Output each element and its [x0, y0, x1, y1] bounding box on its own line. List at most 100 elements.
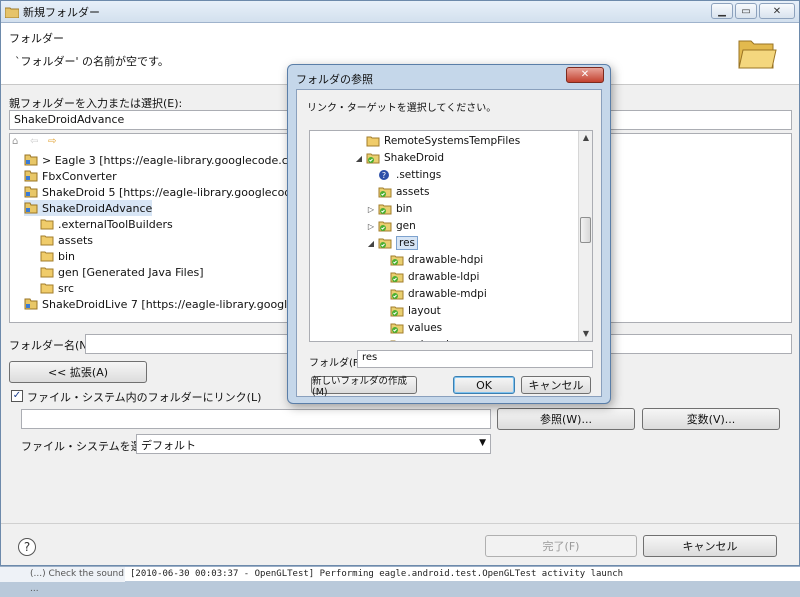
scroll-thumb[interactable] — [580, 217, 591, 243]
dialog-tree-item-label: ShakeDroid — [384, 152, 445, 164]
dialog-tree-item[interactable]: drawable-mdpi — [378, 286, 487, 302]
link-checkbox[interactable]: ✓ — [11, 390, 23, 402]
dialog-tree-item[interactable]: ◢ ShakeDroid — [354, 150, 444, 166]
advanced-button[interactable]: << 拡張(A) — [9, 361, 147, 383]
tree-item[interactable]: src — [40, 280, 74, 296]
open-folder-icon — [738, 40, 777, 69]
expander-icon[interactable]: ◢ — [354, 154, 364, 163]
folder-icon — [40, 235, 54, 246]
dialog-tree-item[interactable]: ? .settings — [366, 167, 441, 183]
tree-item-label: gen [Generated Java Files] — [58, 265, 204, 279]
console-left-text: (...) Check the sound ... — [0, 567, 125, 594]
folder-icon — [366, 136, 380, 147]
svn-folder-icon — [378, 221, 392, 232]
filesystem-select[interactable]: デフォルト ▼ — [136, 434, 491, 454]
forward-arrow-icon[interactable]: ⇨ — [48, 136, 60, 148]
tree-item[interactable]: bin — [40, 248, 75, 264]
svn-folder-icon — [390, 272, 404, 283]
svn-folder-icon — [390, 306, 404, 317]
tree-item[interactable]: .externalToolBuilders — [40, 216, 173, 232]
question-icon: ? — [379, 170, 389, 180]
dialog-tree-item[interactable]: ▷ gen — [366, 218, 416, 234]
folder-icon — [40, 251, 54, 262]
folder-name-label: フォルダー名(N): — [9, 339, 96, 352]
svn-folder-icon — [378, 204, 392, 215]
scroll-down-icon[interactable]: ▼ — [579, 327, 592, 341]
dialog-tree-item-label: values — [408, 322, 443, 334]
expander-icon[interactable]: ◢ — [366, 239, 376, 248]
tree-item-label: .externalToolBuilders — [58, 217, 173, 231]
dialog-close-button[interactable]: ✕ — [566, 67, 604, 83]
project-icon — [24, 154, 38, 166]
dialog-tree-item[interactable]: drawable-ldpi — [378, 269, 479, 285]
link-path-input[interactable] — [21, 409, 491, 429]
title-bar[interactable]: 新規フォルダー ▁ ▭ ✕ — [1, 1, 799, 23]
dialog-tree-item-label: RemoteSystemsTempFiles — [384, 135, 521, 147]
console-line: [2010-06-30 00:03:37 - OpenGLTest] Perfo… — [130, 569, 624, 579]
browse-button[interactable]: 参照(W)... — [497, 408, 635, 430]
maximize-button[interactable]: ▭ — [735, 3, 757, 19]
dialog-body: リンク・ターゲットを選択してください。 RemoteSystemsTempFil… — [296, 89, 602, 398]
svn-folder-icon — [390, 340, 396, 341]
dialog-tree-item[interactable]: RemoteSystemsTempFiles — [354, 133, 520, 149]
project-icon — [24, 186, 38, 198]
svn-folder-icon — [366, 153, 380, 164]
tree-item[interactable]: ShakeDroidAdvance — [24, 200, 153, 216]
console-output: (...) Check the sound ... [2010-06-30 00… — [0, 566, 800, 594]
dialog-scrollbar[interactable]: ▲ ▼ — [578, 131, 592, 341]
dialog-title: フォルダの参照 — [296, 73, 373, 86]
dialog-cancel-button[interactable]: キャンセル — [521, 376, 591, 394]
tree-item-label: ShakeDroidAdvance — [42, 201, 153, 215]
expander-icon[interactable]: ▷ — [366, 205, 376, 214]
tree-item[interactable]: gen [Generated Java Files] — [40, 264, 204, 280]
tree-item-label: FbxConverter — [42, 169, 117, 183]
window-title: 新規フォルダー — [23, 5, 100, 19]
tree-item[interactable]: FbxConverter — [24, 168, 117, 184]
dialog-tree-item[interactable]: drawable-hdpi — [378, 252, 483, 268]
project-icon — [24, 298, 38, 310]
finish-button[interactable]: 完了(F) — [485, 535, 637, 557]
dialog-tree-item-label: values-ja — [408, 339, 455, 341]
tree-item-label: bin — [58, 249, 76, 263]
dialog-tree-item[interactable]: assets — [366, 184, 429, 200]
new-folder-button[interactable]: 新しいフォルダの作成(M) — [311, 376, 417, 398]
svg-text:?: ? — [382, 171, 386, 180]
dialog-ok-button[interactable]: OK — [453, 376, 515, 394]
cancel-button[interactable]: キャンセル — [643, 535, 777, 557]
home-icon[interactable]: ⌂ — [12, 136, 24, 148]
filesystem-value: デフォルト — [141, 439, 196, 452]
dialog-tree-item-label: gen — [396, 220, 416, 232]
dialog-folder-input[interactable]: res — [357, 350, 593, 368]
link-checkbox-label: ファイル・システム内のフォルダーにリンク(L) — [27, 391, 262, 404]
dialog-tree-item[interactable]: ▷ bin — [366, 201, 412, 217]
dialog-tree-item-label: .settings — [396, 169, 442, 181]
folder-browse-dialog: フォルダの参照 ✕ リンク・ターゲットを選択してください。 RemoteSyst… — [287, 64, 611, 404]
tree-item[interactable]: assets — [40, 232, 93, 248]
folder-icon — [40, 219, 54, 230]
dialog-tree-item[interactable]: values-ja — [378, 337, 455, 341]
folder-icon — [40, 283, 54, 294]
banner-title: フォルダー — [9, 32, 64, 45]
dialog-tree-item[interactable]: ◢ res — [366, 235, 419, 251]
dropdown-arrow-icon: ▼ — [479, 438, 486, 448]
minimize-button[interactable]: ▁ — [711, 3, 733, 19]
project-icon — [24, 202, 38, 214]
dialog-folder-tree[interactable]: RemoteSystemsTempFiles ◢ ShakeDroid? .setti… — [309, 130, 593, 342]
dialog-tree-item-label: assets — [396, 186, 430, 198]
svn-folder-icon — [378, 187, 392, 198]
dialog-tree-item[interactable]: layout — [378, 303, 441, 319]
help-icon[interactable]: ? — [18, 538, 36, 556]
variables-button[interactable]: 変数(V)... — [642, 408, 780, 430]
dialog-tree-item-label: drawable-hdpi — [408, 254, 484, 266]
divider — [1, 523, 799, 524]
svn-folder-icon — [390, 323, 404, 334]
back-arrow-icon[interactable]: ⇦ — [30, 136, 42, 148]
dialog-tree-item-label: drawable-mdpi — [408, 288, 487, 300]
scroll-up-icon[interactable]: ▲ — [579, 131, 592, 145]
svn-folder-icon — [378, 238, 392, 249]
parent-folder-label: 親フォルダーを入力または選択(E): — [9, 97, 183, 110]
dialog-tree-item[interactable]: values — [378, 320, 442, 336]
close-button[interactable]: ✕ — [759, 3, 795, 19]
dialog-tree-item-label: res — [396, 236, 419, 250]
expander-icon[interactable]: ▷ — [366, 222, 376, 231]
